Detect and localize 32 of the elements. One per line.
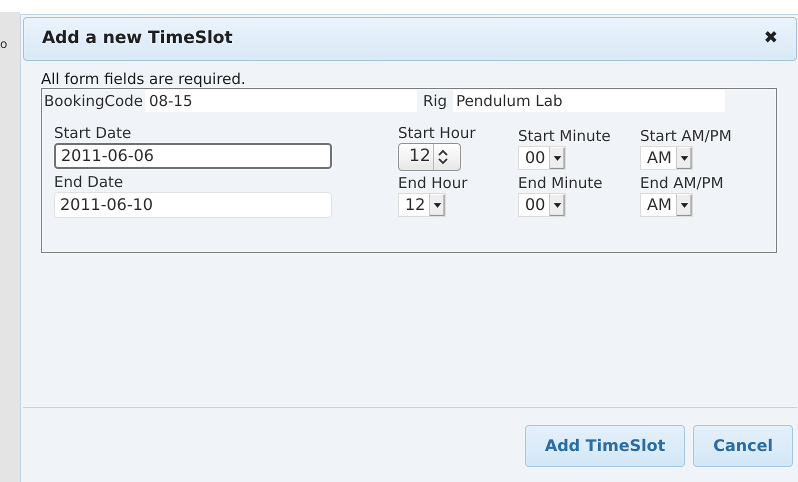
rig-field[interactable]: Pendulum Lab <box>453 90 726 112</box>
dropdown[interactable]: 12 <box>398 193 446 217</box>
dropdown[interactable]: AM <box>640 146 693 170</box>
date-field[interactable]: 2011-06-10 <box>54 192 332 218</box>
caret-icon <box>676 147 692 169</box>
time-label: Start Minute <box>518 126 612 146</box>
cancel-button[interactable]: Cancel <box>693 424 793 466</box>
dropdown[interactable]: 00 <box>518 193 566 217</box>
up-down-icon <box>436 149 449 165</box>
time-label: End AM/PM <box>640 173 725 193</box>
close-button[interactable]: ✖ <box>764 26 778 52</box>
caret-icon <box>676 194 692 216</box>
booking-field[interactable]: 08-15 <box>144 90 417 112</box>
booking-label: BookingCode <box>43 90 144 112</box>
dropdown[interactable]: AM <box>640 193 693 217</box>
caret-icon <box>549 147 566 169</box>
rig-label: Rig <box>422 90 448 112</box>
hour-spinner[interactable]: 12 <box>398 143 461 171</box>
caret-icon <box>549 194 566 216</box>
date-field[interactable]: 2011-06-06 <box>54 143 332 169</box>
caret-icon <box>429 194 446 216</box>
time-label: End Hour <box>398 173 468 193</box>
time-label: Start AM/PM <box>640 126 733 146</box>
date-label: End Date <box>54 172 124 192</box>
time-label: Start Hour <box>398 123 477 143</box>
dropdown[interactable]: 00 <box>518 146 566 170</box>
form-note: All form fields are required. <box>41 70 247 88</box>
time-label: End Minute <box>518 173 604 193</box>
add-timeslot-button[interactable]: Add TimeSlot <box>524 424 686 466</box>
dialog-title: Add a new TimeSlot <box>42 27 233 50</box>
background-text: o <box>0 38 8 50</box>
date-label: Start Date <box>54 123 132 143</box>
